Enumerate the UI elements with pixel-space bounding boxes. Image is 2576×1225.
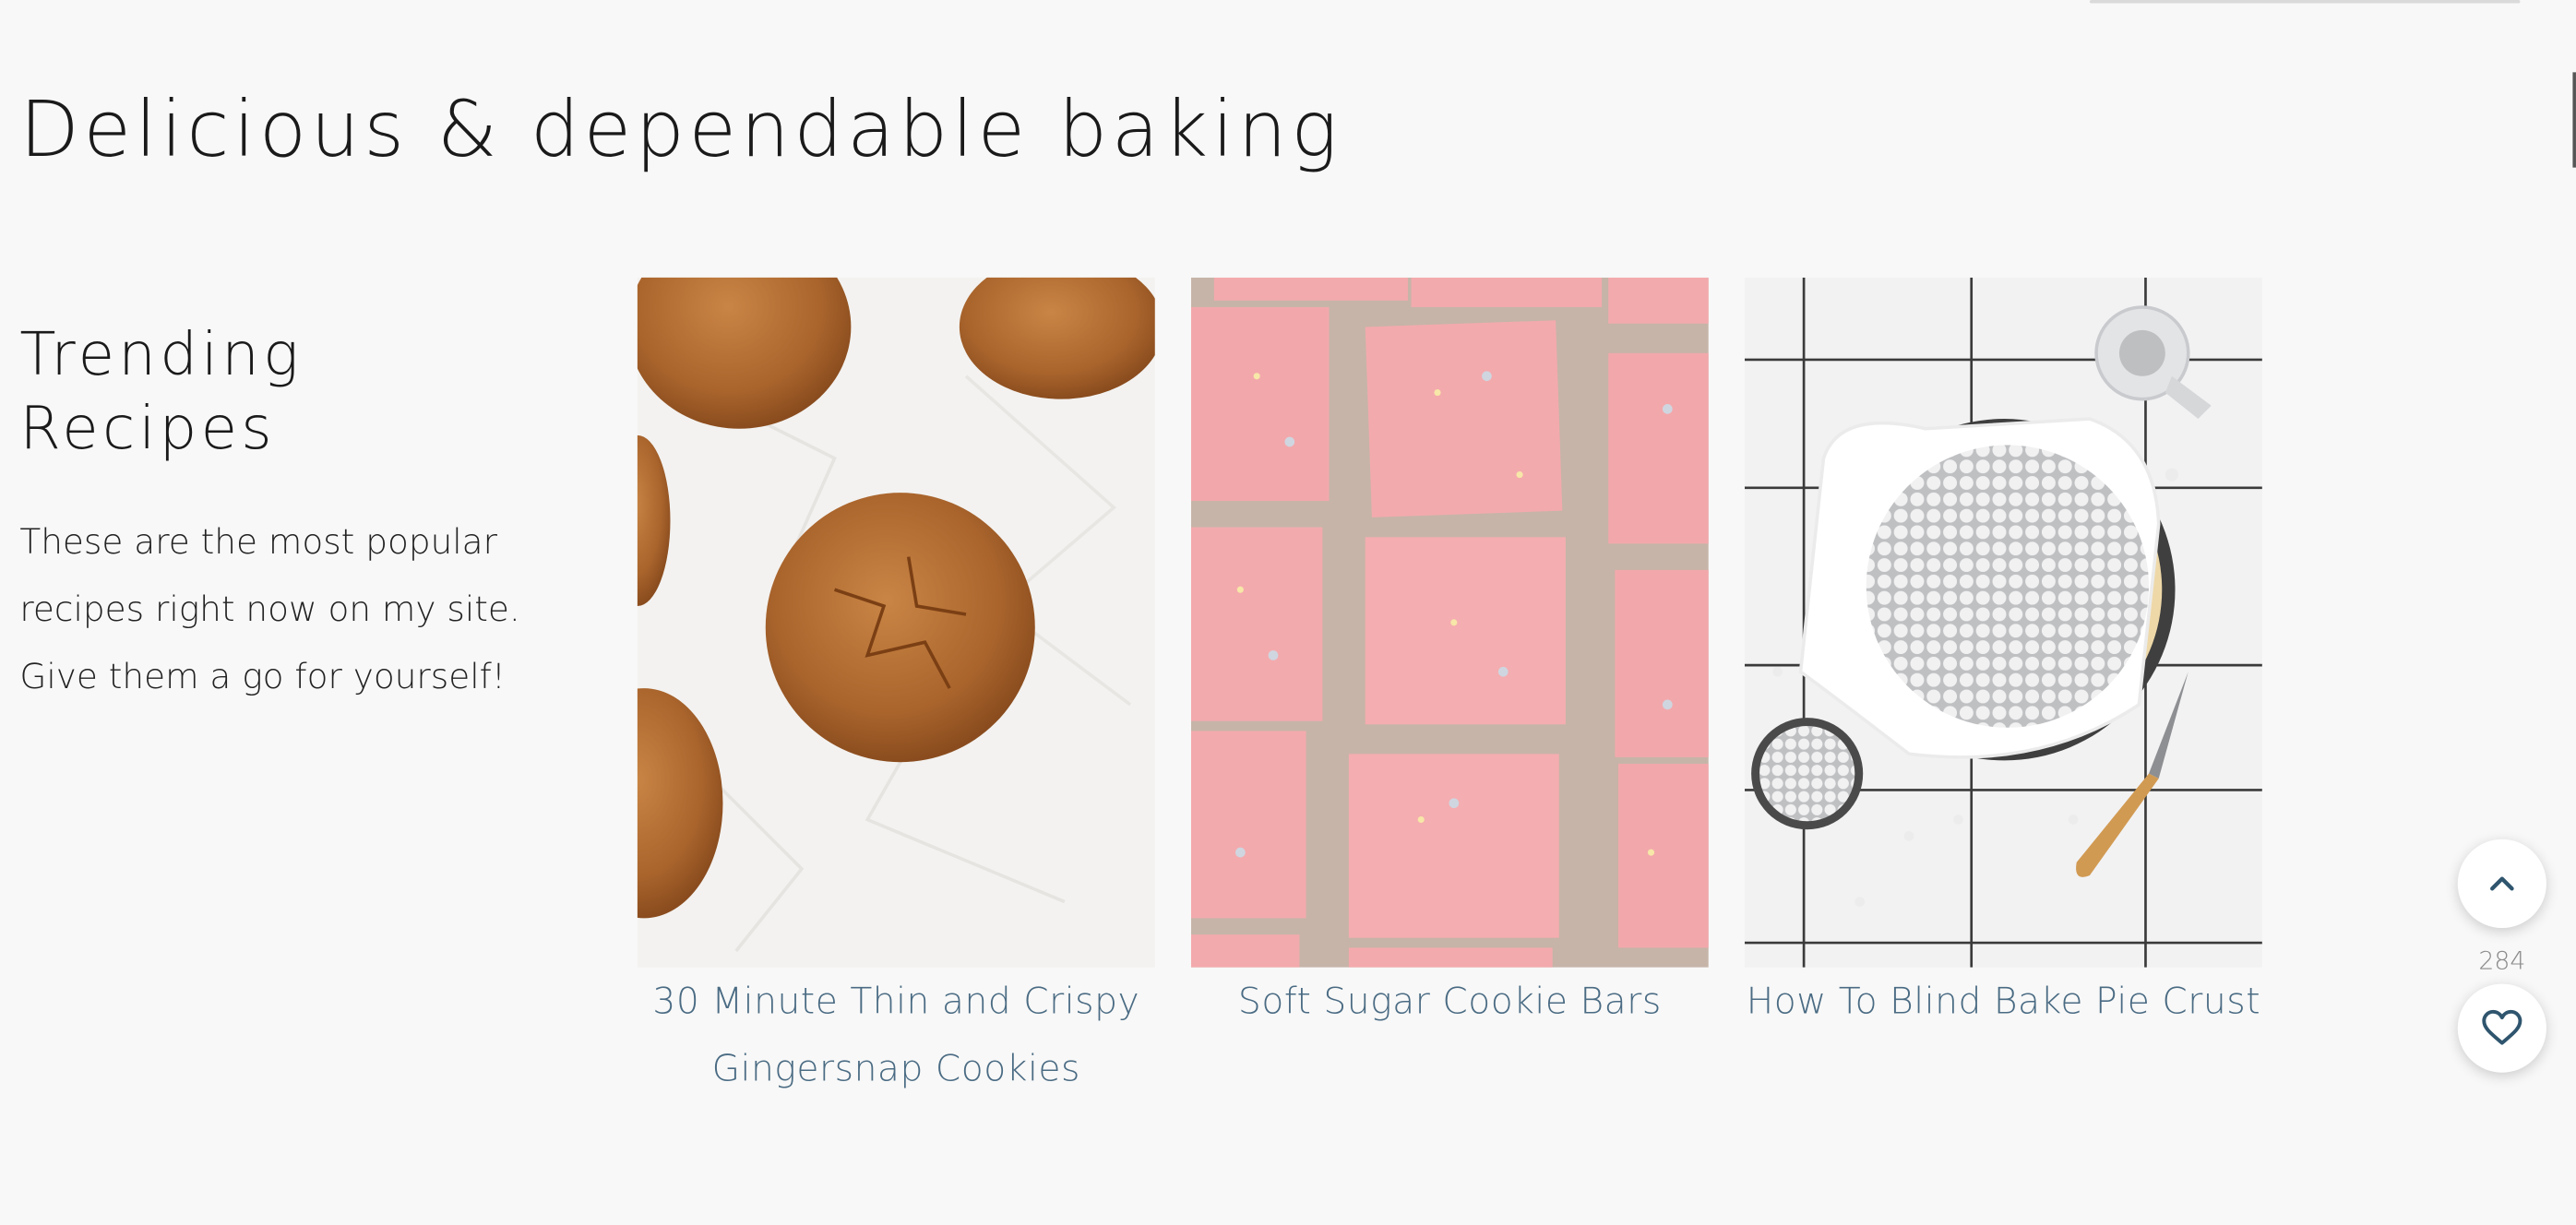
recipe-card[interactable]: Soft Sugar Cookie Bars (1190, 277, 1709, 1037)
chevron-up-icon (2490, 876, 2514, 891)
gingersnap-cookies-photo[interactable] (637, 277, 1155, 968)
recipe-title-link[interactable]: 30 Minute Thin and Crispy Gingersnap Coo… (638, 969, 1155, 1104)
scroll-top-button[interactable] (2457, 838, 2546, 929)
scrollbar-thumb[interactable] (2572, 72, 2576, 168)
blind-bake-pie-crust-photo[interactable] (1744, 277, 2262, 968)
recipe-card[interactable]: How To Blind Bake Pie Crust (1744, 277, 2262, 1037)
heart-icon (2482, 1009, 2522, 1045)
trending-heading: Trending Recipes (19, 321, 303, 464)
sugar-cookie-bars-photo[interactable] (1190, 277, 1709, 968)
trending-description: These are the most popular recipes right… (19, 522, 520, 696)
recipe-title-link[interactable]: How To Blind Bake Pie Crust (1745, 969, 2262, 1037)
like-count: 284 (2478, 946, 2526, 976)
top-search-underline (2089, 0, 2521, 4)
recipe-card[interactable]: 30 Minute Thin and Crispy Gingersnap Coo… (637, 277, 1155, 1104)
like-button[interactable] (2457, 983, 2546, 1073)
page-title: Delicious & dependable baking (19, 85, 1342, 176)
recipe-title-link[interactable]: Soft Sugar Cookie Bars (1191, 969, 1709, 1037)
page: Delicious & dependable baking Trending R… (0, 0, 2576, 1225)
